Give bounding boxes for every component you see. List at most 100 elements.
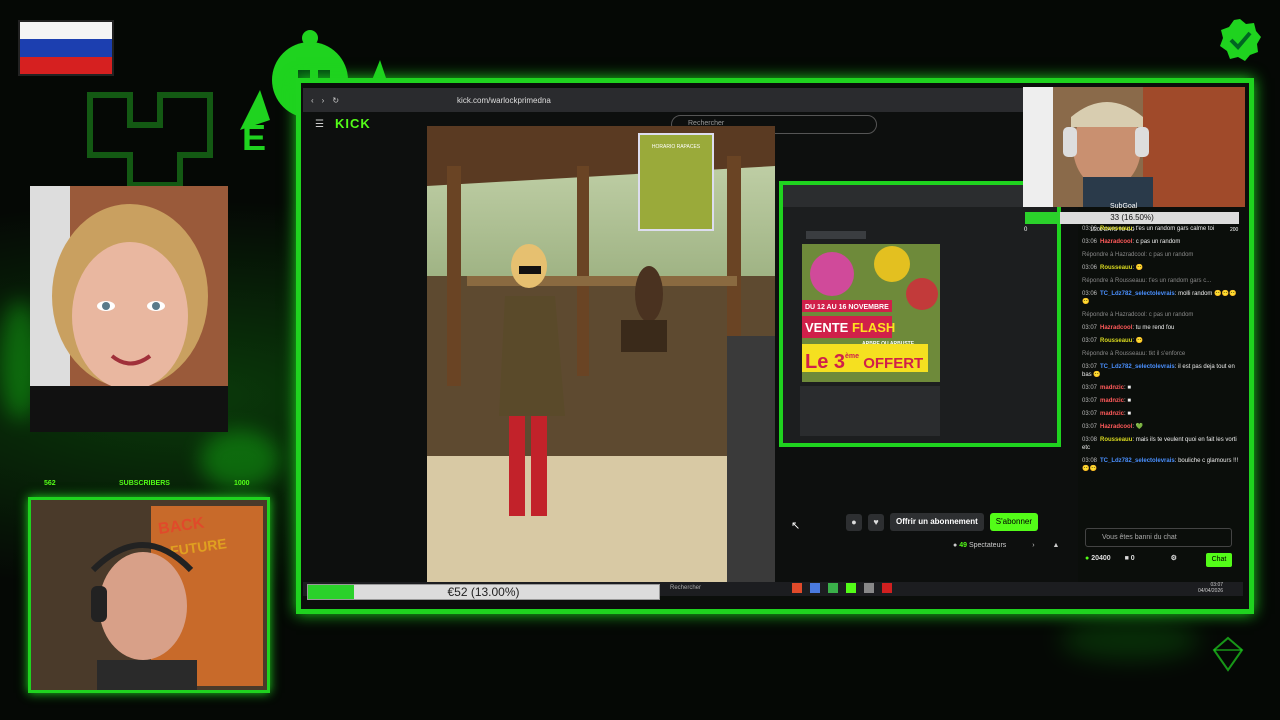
chat-username[interactable]: TC_Ldz782_selectolevrais (1100, 291, 1175, 297)
gift-sub-button[interactable]: Offrir un abonnement (890, 513, 984, 531)
app-icon[interactable] (792, 583, 802, 593)
chat-username[interactable]: madnzic (1100, 411, 1124, 417)
taskbar-clock: 03:07 04/04/2026 (1198, 582, 1223, 594)
promo-headline-a: VENTE (805, 320, 852, 335)
chat-timestamp: 03:07 (1082, 364, 1098, 370)
chat-message: 03:07 Hazradcool: 💚 (1082, 423, 1242, 431)
svg-text:VENTE FLASH: VENTE FLASH (805, 320, 895, 335)
verified-check-icon (1220, 19, 1261, 61)
chat-message: 03:08 TC_Ldz782_selectolevrais: bouliche … (1082, 457, 1242, 473)
heart-icon[interactable]: ♥ (868, 513, 884, 531)
gift-count: 0 (1130, 555, 1135, 562)
chat-username[interactable]: Rousseauu (1100, 437, 1132, 443)
subgoal-min: 0 (1024, 227, 1028, 233)
chat-message: 03:06 Rousseauu: 😶 (1082, 264, 1242, 272)
chat-send-button[interactable]: Chat (1206, 553, 1232, 567)
chat-username[interactable]: Hazradcool (1100, 424, 1132, 430)
viewers-label: Spectateurs (968, 542, 1007, 549)
forward-icon[interactable]: › (322, 96, 325, 105)
chat-text: 💚 (1135, 424, 1144, 430)
chat-text: tu me rend fou (1135, 325, 1175, 331)
chat-message: 03:07 madnzic: ■ (1082, 410, 1242, 418)
chat-text: c pas un random (1135, 239, 1181, 245)
chat-reply-context: Répondre à Hazradcool: c pas un random (1082, 312, 1194, 318)
chat-text: t'es un random gars calme toi (1135, 226, 1215, 232)
chat-message: 03:07 madnzic: ■ (1082, 397, 1242, 405)
back-icon[interactable]: ‹ (311, 96, 314, 105)
points-icon: ● (1085, 555, 1090, 562)
bell-icon[interactable]: ● (846, 513, 862, 531)
chat-text: 😶 (1135, 338, 1144, 344)
chat-message: 03:08 Rousseauu: mais ils te veulent quoi… (1082, 436, 1242, 452)
viewer-count: ● 49 Spectateurs › ▲ (953, 542, 1059, 549)
chat-message: 03:07 Hazradcool: tu me rend fou (1082, 324, 1242, 332)
subgoal-label: 33 (16.50%) (1110, 213, 1154, 222)
address-bar[interactable]: kick.com/warlockprimedna (457, 96, 551, 105)
subs-current: 562 (44, 480, 56, 487)
mouse-cursor-icon: ↖ (791, 520, 801, 532)
viewers-number: 49 (959, 542, 967, 549)
subgoal-title: SubGoal (1110, 203, 1138, 210)
app-icon[interactable] (846, 583, 856, 593)
promo-image: DU 12 AU 16 NOVEMBRE VENTE FLASH ARBRE O… (802, 244, 940, 382)
promo-offer-b: OFFERT (859, 355, 923, 372)
settings-gear-icon[interactable]: ⚙ (1171, 555, 1177, 562)
chat-message: 03:07 madnzic: ■ (1082, 384, 1242, 392)
chat-message: 03:06 Rousseauu: t'es un random gars calm… (1082, 225, 1242, 233)
chat-timestamp: 03:07 (1082, 338, 1098, 344)
svg-text:E: E (242, 117, 266, 158)
post-comments (800, 386, 940, 436)
promo-offer-sup: ème (845, 353, 859, 360)
chat-timestamp: 03:08 (1082, 458, 1098, 464)
points-value: 20400 (1091, 555, 1111, 562)
subscribe-button[interactable]: S'abonner (989, 513, 1039, 531)
chat-timestamp: 03:06 (1082, 265, 1098, 271)
chat-timestamp: 03:06 (1082, 226, 1098, 232)
promo-date: DU 12 AU 16 NOVEMBRE (805, 304, 889, 311)
chat-username[interactable]: Hazradcool (1100, 239, 1132, 245)
promo-headline-b: FLASH (852, 320, 895, 335)
chat-username[interactable]: madnzic (1100, 398, 1124, 404)
chat-message: 03:06 Hazradcool: c pas un random (1082, 238, 1242, 246)
share-icon[interactable]: › (1032, 542, 1034, 549)
shared-photo: HORARIO RAPACES (427, 126, 775, 586)
chat-reply-context: Répondre à Rousseauu: t'es un random gar… (1082, 278, 1212, 284)
russia-flag-icon (18, 20, 114, 76)
chat-username[interactable]: madnzic (1100, 385, 1124, 391)
gift-icon[interactable]: ■ (1125, 555, 1129, 562)
chat-timestamp: 03:07 (1082, 424, 1098, 430)
kick-logo[interactable]: KICK (335, 116, 371, 131)
chat-username[interactable]: TC_Ldz782_selectolevrais (1100, 458, 1175, 464)
chat-username[interactable]: Rousseauu (1100, 265, 1132, 271)
menu-icon[interactable]: ☰ (315, 119, 324, 130)
chat-text: ■ (1127, 411, 1131, 417)
svg-text:Le 3ème OFFERT: Le 3ème OFFERT (805, 351, 923, 373)
post-header (806, 231, 866, 239)
app-icon[interactable] (864, 583, 874, 593)
stream-action-bar: ● ♥ Offrir un abonnement S'abonner (846, 512, 1066, 532)
chat-username[interactable]: Hazradcool (1100, 325, 1132, 331)
guest-webcam (1023, 87, 1245, 207)
chat-timestamp: 03:07 (1082, 398, 1098, 404)
chat-username[interactable]: TC_Ldz782_selectolevrais (1100, 364, 1175, 370)
subs-label: SUBSCRIBERS (119, 480, 170, 487)
taskbar-search[interactable]: Rechercher (670, 585, 701, 591)
browser-toolbar: ‹ › ↻ kick.com/warlockprimedna (303, 88, 1023, 112)
chat-timestamp: 03:08 (1082, 437, 1098, 443)
reload-icon[interactable]: ↻ (332, 96, 339, 105)
stream-overlay: E ‹ › ↻ kick.com/warlockprimedna ☰ KICK … (0, 0, 1280, 720)
chat-panel: 03:06 Rousseauu: t'es un random gars calm… (1082, 225, 1242, 510)
chat-input[interactable]: Vous êtes banni du chat (1085, 528, 1232, 547)
subs-target: 1000 (234, 480, 250, 487)
app-icon[interactable] (882, 583, 892, 593)
donation-goal-label: €52 (13.00%) (447, 585, 520, 599)
report-icon[interactable]: ▲ (1053, 542, 1060, 549)
guest-photo (30, 186, 228, 432)
chat-message: 03:07 Rousseauu: 😶 (1082, 337, 1242, 345)
chat-username[interactable]: Rousseauu (1100, 226, 1132, 232)
taskbar-apps (792, 583, 892, 593)
app-icon[interactable] (828, 583, 838, 593)
app-icon[interactable] (810, 583, 820, 593)
chat-text: ■ (1127, 385, 1131, 391)
chat-username[interactable]: Rousseauu (1100, 338, 1132, 344)
